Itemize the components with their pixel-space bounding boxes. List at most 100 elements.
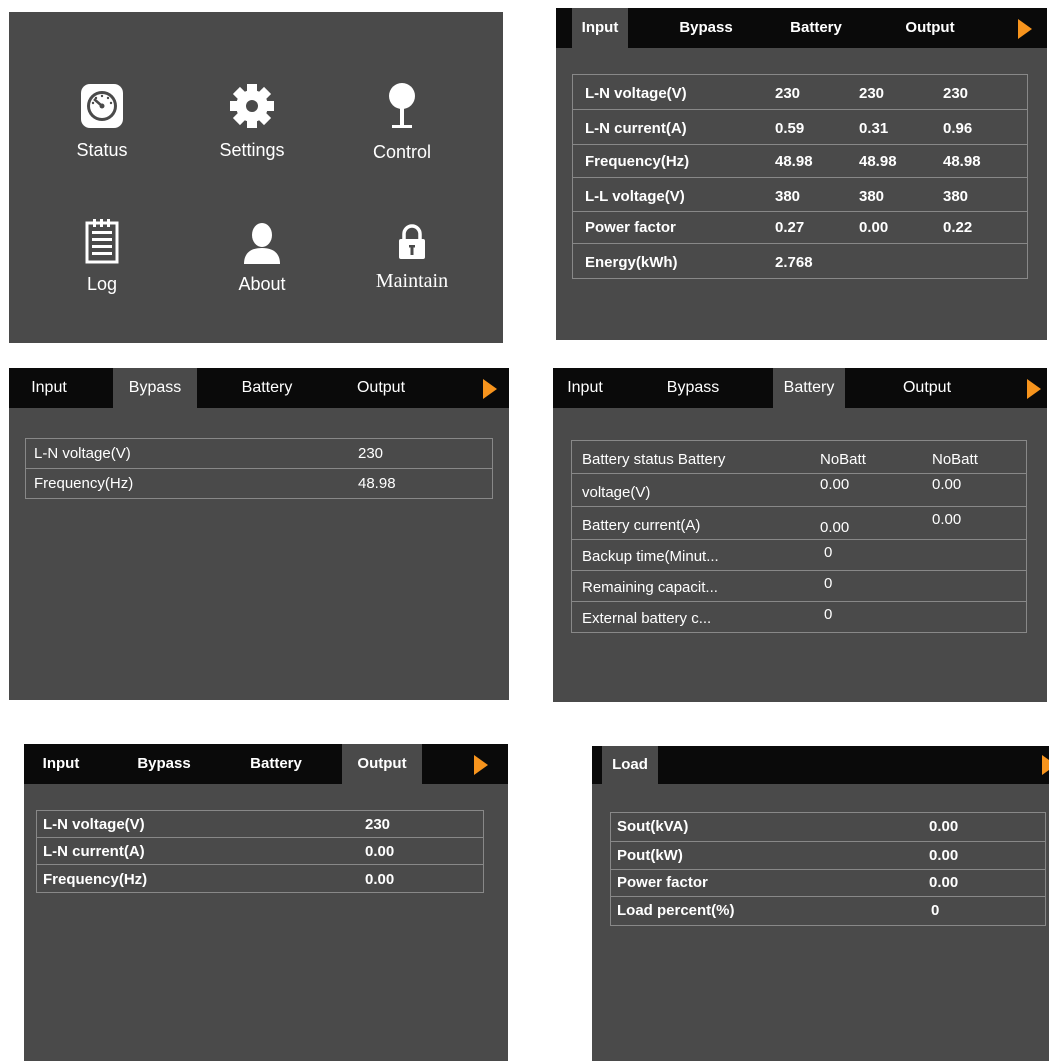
tab-input[interactable]: Input <box>32 744 90 784</box>
row-label: Backup time(Minut... <box>582 548 719 565</box>
row-label: Frequency(Hz) <box>585 153 690 170</box>
value-1: 0 <box>824 575 833 592</box>
tab-bypass[interactable]: Bypass <box>666 8 746 48</box>
load-table: Sout(kVA) 0.00 Pout(kW) 0.00 Power facto… <box>610 812 1046 926</box>
control-menu-item[interactable]: Control <box>337 80 467 163</box>
row-label: L-L voltage(V) <box>585 188 685 205</box>
value-1: 380 <box>775 188 801 205</box>
tab-battery[interactable]: Battery <box>773 368 845 408</box>
tab-input[interactable]: Input <box>557 368 613 408</box>
battery-table: Battery status Battery NoBatt NoBatt vol… <box>571 440 1027 633</box>
status-label: Status <box>76 140 128 160</box>
value-3: 230 <box>943 85 969 102</box>
tab-output[interactable]: Output <box>887 368 967 408</box>
home-menu-panel: Status Settings Control Log About Mainta… <box>9 12 503 343</box>
table-row: L-N voltage(V) 230 <box>26 439 492 469</box>
value-1: 48.98 <box>775 153 813 170</box>
input-table: L-N voltage(V) 230 230 230 L-N current(A… <box>572 74 1028 279</box>
value-2: 0.00 <box>859 219 889 236</box>
maintain-label: Maintain <box>375 270 449 292</box>
tab-bar: Input Bypass Battery Output <box>556 8 1047 48</box>
value-1: 230 <box>365 816 391 833</box>
tab-load[interactable]: Load <box>602 746 658 784</box>
table-row: L-N current(A) 0.59 0.31 0.96 <box>573 110 1027 145</box>
bypass-panel: Input Bypass Battery Output L-N voltage(… <box>9 368 509 700</box>
next-arrow-icon[interactable] <box>474 755 488 775</box>
row-label: L-N current(A) <box>585 120 687 137</box>
about-menu-item[interactable]: About <box>197 222 327 295</box>
value-1: 0.00 <box>365 843 395 860</box>
value-3: 380 <box>943 188 969 205</box>
load-panel: Load Sout(kVA) 0.00 Pout(kW) 0.00 Power … <box>592 746 1049 1061</box>
log-label: Log <box>86 274 118 294</box>
table-row: Remaining capacit... 0 <box>572 571 1026 602</box>
notepad-icon <box>85 219 119 264</box>
tab-bypass[interactable]: Bypass <box>124 744 204 784</box>
value-1: 48.98 <box>358 475 396 492</box>
row-label: Sout(kVA) <box>617 818 689 835</box>
value-1: 230 <box>775 85 801 102</box>
value-1: 0.00 <box>820 476 850 493</box>
value-1: 0.59 <box>775 120 805 137</box>
value-2: 0.31 <box>859 120 889 137</box>
pin-icon <box>389 83 415 128</box>
input-panel: Input Bypass Battery Output L-N voltage(… <box>556 8 1047 340</box>
gauge-icon <box>81 84 123 128</box>
value-2: 0.00 <box>932 476 962 493</box>
table-row: L-N current(A) 0.00 <box>37 838 483 865</box>
table-row: Frequency(Hz) 0.00 <box>37 865 483 892</box>
tab-bar: Load <box>592 746 1049 784</box>
value-3: 0.96 <box>943 120 973 137</box>
row-label: Remaining capacit... <box>582 579 718 596</box>
row-label: Pout(kW) <box>617 847 683 864</box>
table-row: Battery current(A) 0.00 0.00 <box>572 507 1026 540</box>
lock-icon <box>399 224 425 259</box>
row-label: L-N voltage(V) <box>34 445 131 462</box>
row-label: Frequency(Hz) <box>34 475 134 492</box>
row-label: Energy(kWh) <box>585 254 678 271</box>
value-1: 2.768 <box>775 254 813 271</box>
settings-menu-item[interactable]: Settings <box>187 82 317 161</box>
log-menu-item[interactable]: Log <box>37 218 167 295</box>
value-3: 0.22 <box>943 219 973 236</box>
tab-input[interactable]: Input <box>572 8 628 48</box>
row-label: Load percent(%) <box>617 902 735 919</box>
value-1: 0 <box>824 606 833 623</box>
next-arrow-icon[interactable] <box>483 379 497 399</box>
tab-battery[interactable]: Battery <box>227 368 307 408</box>
value-1: 0.00 <box>365 871 395 888</box>
value-1: 0.00 <box>929 818 959 835</box>
row-label: Power factor <box>585 219 676 236</box>
row-label: L-N voltage(V) <box>585 85 687 102</box>
tab-bypass[interactable]: Bypass <box>653 368 733 408</box>
row-label: Power factor <box>617 874 708 891</box>
next-arrow-icon[interactable] <box>1042 755 1049 775</box>
value-2: 380 <box>859 188 885 205</box>
tab-output[interactable]: Output <box>342 744 422 784</box>
row-label: External battery c... <box>582 610 712 627</box>
about-label: About <box>238 274 286 294</box>
value-2: 230 <box>859 85 885 102</box>
maintain-menu-item[interactable]: Maintain <box>347 224 477 293</box>
row-label: Frequency(Hz) <box>43 871 148 888</box>
table-row: Power factor 0.00 <box>611 870 1045 897</box>
value-1: 0 <box>931 902 940 919</box>
tab-battery[interactable]: Battery <box>236 744 316 784</box>
tab-output[interactable]: Output <box>890 8 970 48</box>
person-icon <box>244 223 280 264</box>
control-label: Control <box>372 142 432 162</box>
table-row: Backup time(Minut... 0 <box>572 540 1026 571</box>
output-panel: Input Bypass Battery Output L-N voltage(… <box>24 744 508 1061</box>
next-arrow-icon[interactable] <box>1027 379 1041 399</box>
status-menu-item[interactable]: Status <box>37 82 167 161</box>
value-1: 0.00 <box>929 847 959 864</box>
table-row: Frequency(Hz) 48.98 <box>26 469 492 498</box>
table-row: L-N voltage(V) 230 230 230 <box>573 75 1027 110</box>
next-arrow-icon[interactable] <box>1018 19 1032 39</box>
tab-bar: Input Bypass Battery Output <box>24 744 508 784</box>
output-table: L-N voltage(V) 230 L-N current(A) 0.00 F… <box>36 810 484 893</box>
tab-bypass[interactable]: Bypass <box>113 368 197 408</box>
tab-output[interactable]: Output <box>341 368 421 408</box>
tab-input[interactable]: Input <box>19 368 79 408</box>
tab-battery[interactable]: Battery <box>776 8 856 48</box>
